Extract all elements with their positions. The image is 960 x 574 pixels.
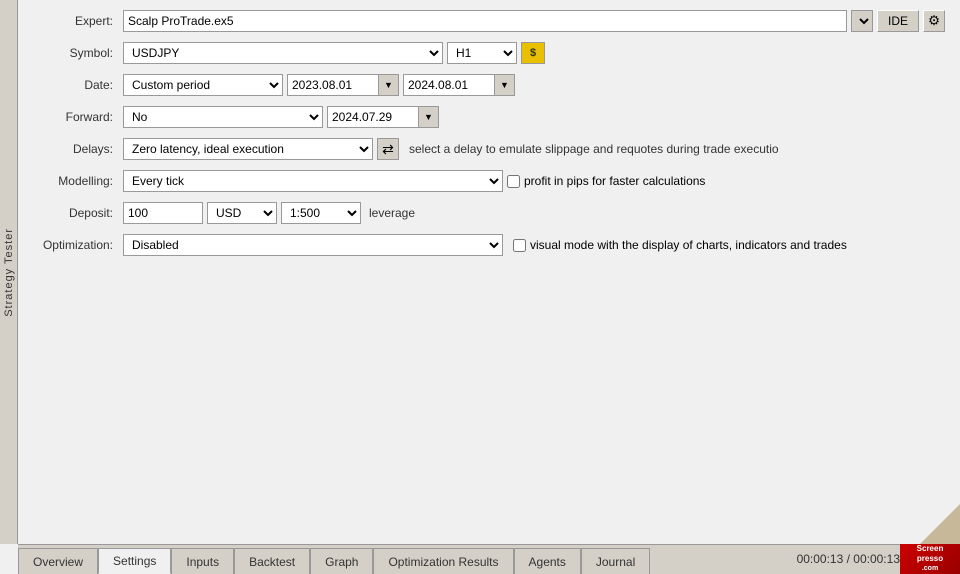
date-controls: Custom period ▼ ▼	[123, 74, 945, 96]
profit-pips-group: profit in pips for faster calculations	[507, 174, 705, 188]
forward-date-input[interactable]	[328, 107, 418, 127]
optimization-controls: Disabled visual mode with the display of…	[123, 234, 945, 256]
modelling-controls: Every tick profit in pips for faster cal…	[123, 170, 945, 192]
gear-button[interactable]: ⚙	[923, 10, 945, 32]
screenpresso-text: Screenpresso.com	[917, 544, 944, 574]
ide-button[interactable]: IDE	[877, 10, 919, 32]
modelling-row: Modelling: Every tick profit in pips for…	[33, 170, 945, 192]
symbol-controls: USDJPY H1 $	[123, 42, 945, 64]
date-to-group: ▼	[403, 74, 515, 96]
forward-row: Forward: No ▼	[33, 106, 945, 128]
form-area: Expert: ▼ IDE ⚙ Symbol: USDJPY	[18, 0, 960, 544]
symbol-select[interactable]: USDJPY	[123, 42, 443, 64]
modelling-label: Modelling:	[33, 174, 123, 188]
visual-mode-group: visual mode with the display of charts, …	[513, 238, 847, 252]
tab-bar: Overview Settings Inputs Backtest Graph …	[18, 544, 960, 574]
date-period-select[interactable]: Custom period	[123, 74, 283, 96]
forward-date-group: ▼	[327, 106, 439, 128]
timeframe-select[interactable]: H1	[447, 42, 517, 64]
tab-journal[interactable]: Journal	[581, 548, 650, 574]
optimization-label: Optimization:	[33, 238, 123, 252]
dollar-button[interactable]: $	[521, 42, 545, 64]
deposit-input[interactable]	[123, 202, 203, 224]
expert-dropdown[interactable]: ▼	[851, 10, 873, 32]
optimization-row: Optimization: Disabled visual mode with …	[33, 234, 945, 256]
tab-inputs[interactable]: Inputs	[171, 548, 234, 574]
date-row: Date: Custom period ▼ ▼	[33, 74, 945, 96]
date-to-input[interactable]	[404, 75, 494, 95]
modelling-select[interactable]: Every tick	[123, 170, 503, 192]
deposit-label: Deposit:	[33, 206, 123, 220]
tab-overview[interactable]: Overview	[18, 548, 98, 574]
date-from-calendar-button[interactable]: ▼	[378, 75, 398, 95]
transfer-button[interactable]: ⇄	[377, 138, 399, 160]
corner-fold	[920, 504, 960, 544]
leverage-label: leverage	[369, 206, 415, 220]
status-timer: 00:00:13 / 00:00:13	[797, 552, 900, 566]
tab-backtest[interactable]: Backtest	[234, 548, 310, 574]
side-label: Strategy Tester	[0, 0, 18, 544]
forward-controls: No ▼	[123, 106, 945, 128]
tab-settings[interactable]: Settings	[98, 548, 171, 574]
gear-icon: ⚙	[928, 13, 940, 29]
forward-label: Forward:	[33, 110, 123, 124]
main-container: Strategy Tester Expert: ▼ IDE ⚙	[0, 0, 960, 574]
deposit-controls: USD 1:500 leverage	[123, 202, 945, 224]
expert-controls: ▼ IDE ⚙	[123, 10, 945, 32]
transfer-icon: ⇄	[382, 141, 394, 158]
delays-row: Delays: Zero latency, ideal execution ⇄ …	[33, 138, 945, 160]
symbol-row: Symbol: USDJPY H1 $	[33, 42, 945, 64]
tab-optimization-results[interactable]: Optimization Results	[373, 548, 513, 574]
optimization-select[interactable]: Disabled	[123, 234, 503, 256]
delays-select[interactable]: Zero latency, ideal execution	[123, 138, 373, 160]
date-label: Date:	[33, 78, 123, 92]
date-from-group: ▼	[287, 74, 399, 96]
profit-pips-checkbox[interactable]	[507, 175, 520, 188]
screenpresso-badge: Screenpresso.com	[900, 544, 960, 574]
delays-info: select a delay to emulate slippage and r…	[409, 142, 945, 156]
dollar-icon: $	[530, 47, 536, 59]
side-label-text: Strategy Tester	[3, 228, 15, 317]
expert-input[interactable]	[123, 10, 847, 32]
visual-mode-label: visual mode with the display of charts, …	[530, 238, 847, 252]
currency-select[interactable]: USD	[207, 202, 277, 224]
leverage-select[interactable]: 1:500	[281, 202, 361, 224]
forward-select[interactable]: No	[123, 106, 323, 128]
tab-graph[interactable]: Graph	[310, 548, 373, 574]
visual-mode-checkbox[interactable]	[513, 239, 526, 252]
date-from-input[interactable]	[288, 75, 378, 95]
profit-pips-label: profit in pips for faster calculations	[524, 174, 705, 188]
expert-label: Expert:	[33, 14, 123, 28]
delays-label: Delays:	[33, 142, 123, 156]
deposit-row: Deposit: USD 1:500 leverage	[33, 202, 945, 224]
forward-date-calendar-button[interactable]: ▼	[418, 107, 438, 127]
date-to-calendar-button[interactable]: ▼	[494, 75, 514, 95]
delays-controls: Zero latency, ideal execution ⇄ select a…	[123, 138, 945, 160]
content-area: Expert: ▼ IDE ⚙ Symbol: USDJPY	[18, 0, 960, 574]
tab-agents[interactable]: Agents	[514, 548, 581, 574]
symbol-label: Symbol:	[33, 46, 123, 60]
expert-row: Expert: ▼ IDE ⚙	[33, 10, 945, 32]
